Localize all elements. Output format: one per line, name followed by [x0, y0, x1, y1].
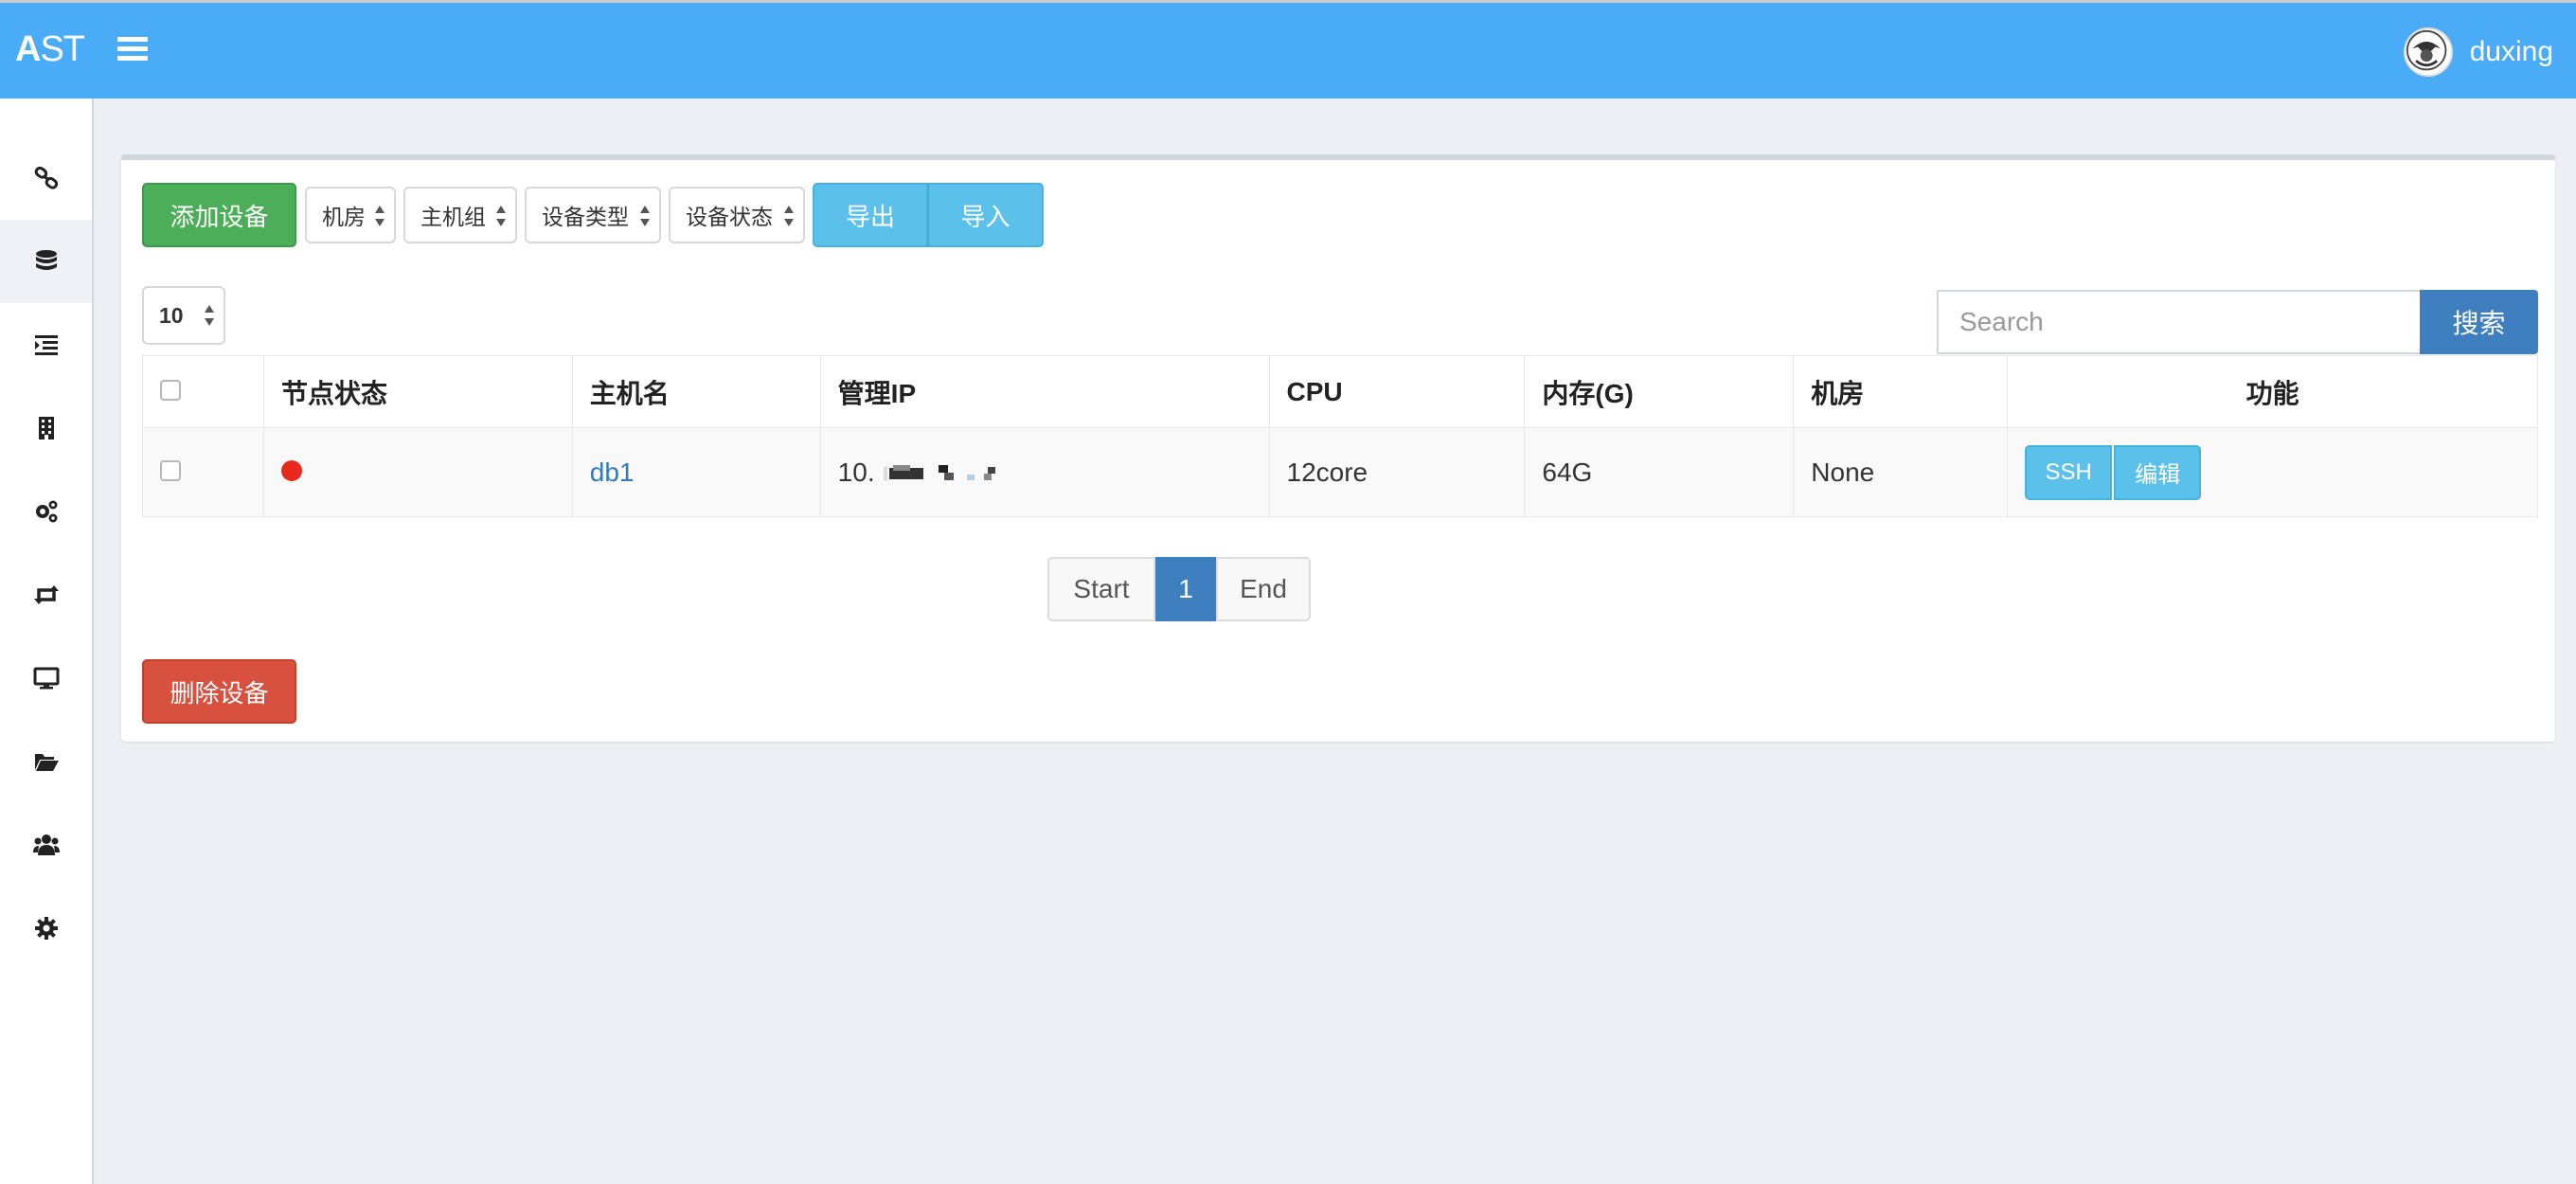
- filter-type-label: 设备类型: [542, 205, 629, 229]
- sidebar-item-devices[interactable]: [0, 220, 92, 303]
- pagination: Start 1 End: [1047, 557, 1311, 621]
- status-dot-icon: [280, 459, 302, 481]
- menu-toggle-icon[interactable]: [117, 37, 148, 63]
- filter-room-label: 机房: [322, 205, 366, 229]
- sidebar: [0, 99, 94, 1184]
- page-size-select[interactable]: 10: [142, 286, 225, 345]
- room-cell: None: [1793, 427, 2009, 517]
- sidebar-item-users[interactable]: [0, 803, 92, 887]
- column-header: 功能: [2007, 355, 2538, 428]
- sidebar-item-monitor[interactable]: [0, 637, 92, 720]
- folder-open-icon: [34, 754, 59, 771]
- memory-cell: 64G: [1524, 427, 1795, 517]
- edit-button[interactable]: 编辑: [2114, 444, 2202, 500]
- page-size-value: 10: [159, 302, 184, 328]
- column-header: 机房: [1793, 355, 2009, 428]
- filter-room-select[interactable]: 机房: [305, 187, 396, 243]
- select-arrows-icon: [205, 305, 214, 326]
- gear-icon: [34, 917, 58, 940]
- add-device-button[interactable]: 添加设备: [142, 183, 296, 247]
- top-header: AST duxing: [0, 0, 2576, 99]
- row-checkbox[interactable]: [160, 459, 181, 481]
- pagination-page-current[interactable]: 1: [1155, 557, 1216, 621]
- sidebar-item-list[interactable]: [0, 303, 92, 386]
- cpu-cell: 12core: [1268, 427, 1526, 517]
- filter-type-select[interactable]: 设备类型: [525, 187, 661, 243]
- desktop-icon: [33, 667, 59, 690]
- column-header: 节点状态: [262, 355, 573, 428]
- row-select-cell: [142, 427, 264, 517]
- list-indent-icon: [34, 335, 58, 355]
- select-arrows-icon: [640, 206, 650, 226]
- sidebar-item-links[interactable]: [0, 136, 92, 220]
- logo-rest-text: ST: [40, 29, 85, 69]
- retweet-icon: [33, 585, 59, 604]
- filter-group-select[interactable]: 主机组: [403, 187, 517, 243]
- search-input[interactable]: Search: [1937, 290, 2420, 354]
- user-menu[interactable]: duxing: [2403, 27, 2553, 77]
- avatar: [2403, 27, 2453, 77]
- select-all-header: [142, 355, 264, 428]
- sidebar-item-settings-group[interactable]: [0, 470, 92, 553]
- table-row: db1 10. 12core 64G None SSH 编辑: [142, 427, 2538, 517]
- actions-cell: SSH 编辑: [2007, 427, 2538, 517]
- export-button[interactable]: 导出: [813, 183, 928, 247]
- sidebar-item-sync[interactable]: [0, 553, 92, 637]
- hostname-link[interactable]: db1: [590, 457, 635, 487]
- device-panel: 添加设备 机房 主机组 设备类型 设备状态 导出 导入 10 Search 搜索…: [121, 154, 2555, 742]
- status-cell: [262, 427, 573, 517]
- filter-group-label: 主机组: [420, 205, 486, 229]
- ip-cell: 10.: [819, 427, 1270, 517]
- column-header: 内存(G): [1524, 355, 1795, 428]
- column-header: CPU: [1268, 355, 1526, 428]
- import-button[interactable]: 导入: [928, 183, 1044, 247]
- sidebar-item-files[interactable]: [0, 720, 92, 803]
- sidebar-item-system[interactable]: [0, 887, 92, 970]
- cogs-icon: [35, 500, 57, 523]
- column-header: 管理IP: [819, 355, 1270, 428]
- database-icon: [35, 250, 57, 270]
- pagination-end[interactable]: End: [1216, 557, 1311, 621]
- building-icon: [38, 417, 54, 440]
- select-arrows-icon: [375, 206, 385, 226]
- filter-status-label: 设备状态: [686, 205, 773, 229]
- filter-status-select[interactable]: 设备状态: [669, 187, 805, 243]
- hostname-cell: db1: [571, 427, 821, 517]
- delete-device-button[interactable]: 删除设备: [142, 659, 296, 724]
- select-all-checkbox[interactable]: [160, 379, 181, 401]
- app-logo[interactable]: AST: [15, 29, 85, 70]
- username: duxing: [2469, 36, 2553, 67]
- redacted-ip-icon: [884, 465, 996, 481]
- ip-prefix: 10.: [837, 457, 875, 487]
- sidebar-item-rooms[interactable]: [0, 386, 92, 470]
- link-icon: [34, 166, 58, 189]
- ssh-button[interactable]: SSH: [2025, 444, 2113, 500]
- table-header-row: 节点状态 主机名 管理IP CPU 内存(G) 机房 功能: [142, 355, 2538, 428]
- select-arrows-icon: [496, 206, 506, 226]
- column-header: 主机名: [571, 355, 821, 428]
- search-button[interactable]: 搜索: [2420, 290, 2538, 354]
- pagination-start[interactable]: Start: [1047, 557, 1155, 621]
- users-icon: [32, 834, 60, 855]
- select-arrows-icon: [784, 206, 794, 226]
- device-table: 节点状态 主机名 管理IP CPU 内存(G) 机房 功能 db1 10. 12…: [142, 355, 2538, 517]
- logo-bold-text: A: [15, 29, 41, 69]
